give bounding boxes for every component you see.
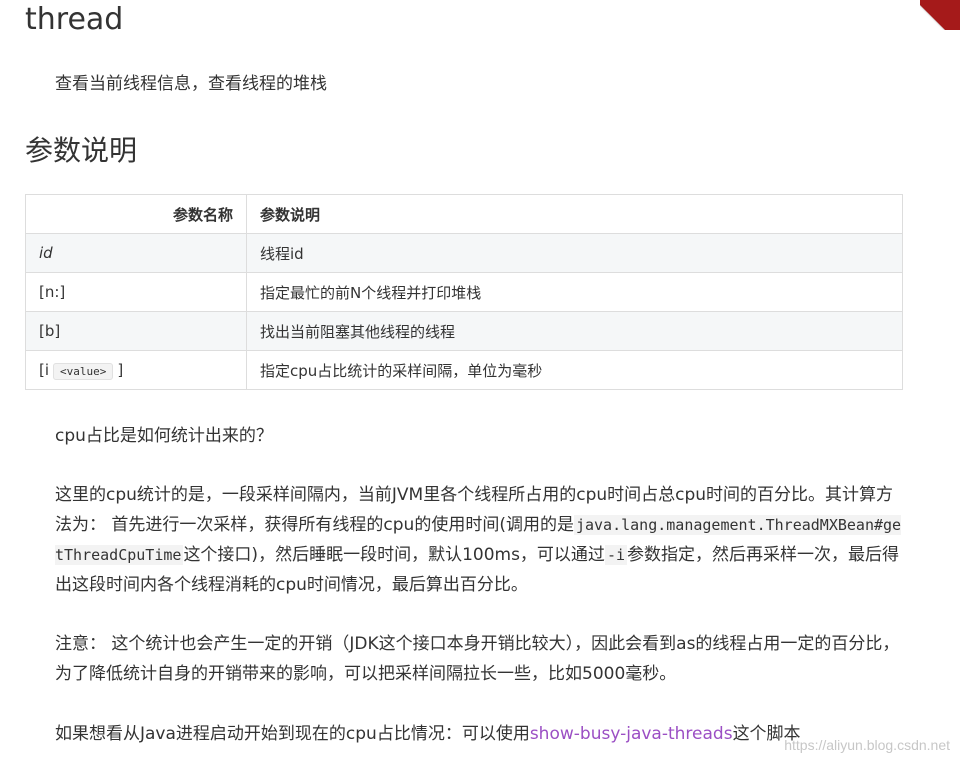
param-desc: 线程id — [246, 233, 903, 273]
intro-text: 查看当前线程信息，查看线程的堆栈 — [55, 74, 327, 94]
table-row: [i <value>] 指定cpu占比统计的采样间隔，单位为毫秒 — [25, 350, 903, 390]
param-name: [n:] — [25, 272, 247, 312]
table-header-row: 参数名称 参数说明 — [25, 194, 903, 234]
table-row: id 线程id — [25, 233, 903, 273]
show-busy-java-threads-link[interactable]: show-busy-java-threads — [530, 724, 733, 744]
paragraph-script-hint: 如果想看从Java进程启动开始到现在的cpu占比情况：可以使用show-busy… — [55, 719, 905, 749]
header-param-name: 参数名称 — [25, 194, 247, 234]
code-i-flag: -i — [604, 545, 627, 565]
param-desc: 找出当前阻塞其他线程的线程 — [246, 311, 903, 351]
param-name: id — [25, 233, 247, 273]
page-title: thread — [25, 2, 124, 37]
section-title-params: 参数说明 — [25, 134, 138, 167]
header-param-desc: 参数说明 — [246, 194, 903, 234]
param-value-code: <value> — [53, 363, 114, 380]
table-row: [n:] 指定最忙的前N个线程并打印堆栈 — [25, 272, 903, 312]
param-name-prefix: [i — [39, 361, 50, 379]
paragraph-cpu-explanation: 这里的cpu统计的是，一段采样间隔内，当前JVM里各个线程所占用的cpu时间占总… — [55, 480, 905, 600]
paragraph-text: 如果想看从Java进程启动开始到现在的cpu占比情况：可以使用 — [55, 724, 530, 744]
table-row: [b] 找出当前阻塞其他线程的线程 — [25, 311, 903, 351]
param-name: [b] — [25, 311, 247, 351]
corner-ribbon[interactable] — [920, 0, 960, 30]
param-name-suffix: ] — [117, 361, 124, 379]
param-desc: 指定最忙的前N个线程并打印堆栈 — [246, 272, 903, 312]
paragraph-text: 这个接口)，然后睡眠一段时间，默认100ms，可以通过 — [183, 545, 605, 565]
params-table: 参数名称 参数说明 id 线程id [n:] 指定最忙的前N个线程并打印堆栈 [… — [25, 194, 903, 390]
param-desc: 指定cpu占比统计的采样间隔，单位为毫秒 — [246, 350, 903, 390]
paragraph-note: 注意： 这个统计也会产生一定的开销（JDK这个接口本身开销比较大），因此会看到a… — [55, 634, 900, 684]
param-name-interval: [i <value>] — [25, 350, 247, 390]
paragraph-cpu-question: cpu占比是如何统计出来的？ — [55, 426, 273, 446]
watermark: https://aliyun.blog.csdn.net — [784, 737, 950, 753]
document-page: thread 查看当前线程信息，查看线程的堆栈 参数说明 参数名称 参数说明 i… — [0, 0, 960, 764]
